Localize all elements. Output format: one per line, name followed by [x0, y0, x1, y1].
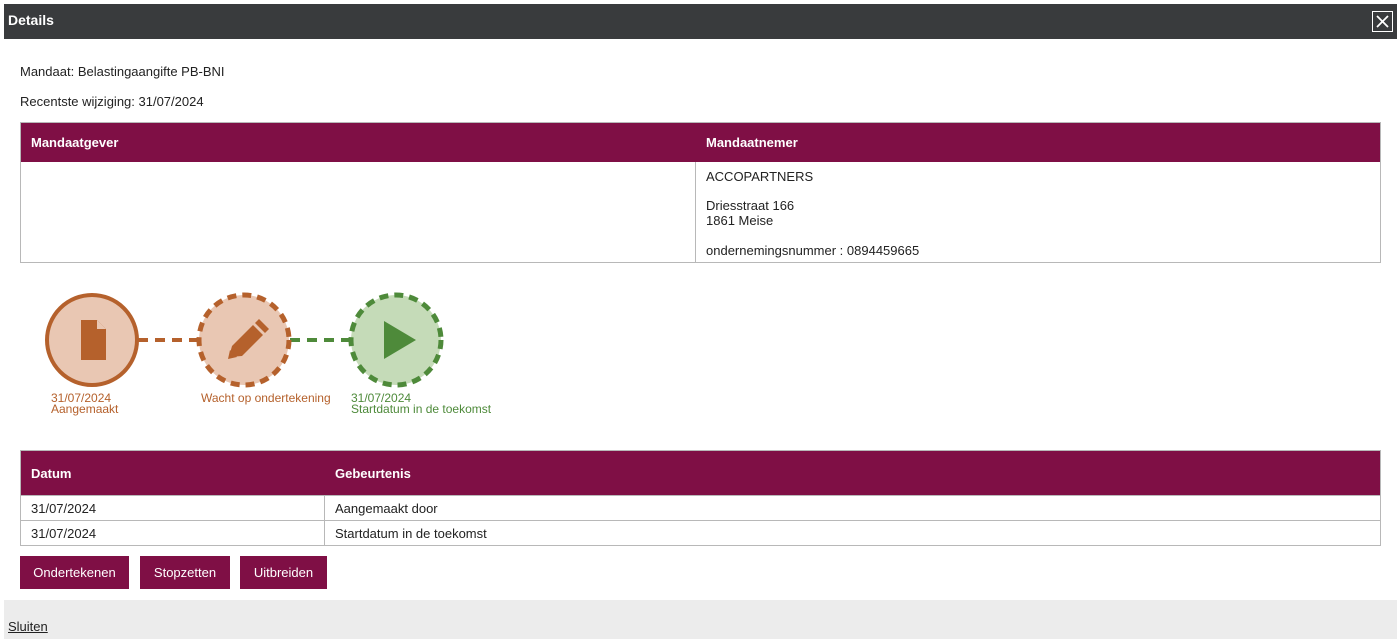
history-table: Datum Gebeurtenis 31/07/2024 Aangemaakt …: [20, 450, 1381, 546]
last-change: Recentste wijziging: 31/07/2024: [20, 94, 204, 109]
timeline-graphic: [45, 292, 444, 388]
mandatee-city: 1861 Meise: [706, 213, 774, 228]
row-event: Startdatum in de toekomst: [335, 526, 487, 541]
document-icon: [81, 320, 106, 360]
step-future-label: Startdatum in de toekomst: [351, 402, 492, 416]
status-timeline: 31/07/2024 Aangemaakt Wacht op onderteke…: [0, 290, 600, 430]
header-datum: Datum: [31, 466, 72, 481]
table-row: 31/07/2024 Aangemaakt door: [21, 495, 1380, 520]
step-created: [45, 293, 139, 387]
dialog-footer: Sluiten: [4, 600, 1397, 639]
stop-button[interactable]: Stopzetten: [140, 556, 230, 589]
mandate-name: Mandaat: Belastingaangifte PB-BNI: [20, 64, 225, 79]
parties-table-body: ACCOPARTNERS Driesstraat 166 1861 Meise …: [21, 162, 1380, 262]
step-awaiting-label: Wacht op ondertekening: [201, 391, 331, 405]
header-mandaatgever: Mandaatgever: [31, 135, 119, 150]
step-created-label: Aangemaakt: [51, 402, 119, 416]
cell-divider: [324, 496, 325, 520]
dialog-titlebar: Details: [4, 4, 1397, 39]
header-gebeurtenis: Gebeurtenis: [335, 466, 411, 481]
dialog-title: Details: [8, 12, 54, 28]
parties-table: Mandaatgever Mandaatnemer ACCOPARTNERS D…: [20, 122, 1381, 263]
table-row: 31/07/2024 Startdatum in de toekomst: [21, 520, 1380, 545]
extend-button[interactable]: Uitbreiden: [240, 556, 327, 589]
mandatee-company-number: ondernemingsnummer : 0894459665: [706, 243, 920, 258]
close-link[interactable]: Sluiten: [8, 619, 48, 634]
row-date: 31/07/2024: [31, 501, 97, 516]
row-event: Aangemaakt door: [335, 501, 438, 516]
step-start-future: [348, 292, 444, 388]
step-awaiting-signature: [196, 292, 292, 388]
close-icon: [1376, 15, 1389, 28]
cell-divider: [324, 521, 325, 545]
mandatee-name: ACCOPARTNERS: [706, 169, 814, 184]
history-table-header: Datum Gebeurtenis: [21, 451, 1380, 495]
parties-table-header: Mandaatgever Mandaatnemer: [21, 123, 1380, 162]
row-date: 31/07/2024: [31, 526, 97, 541]
header-mandaatnemer: Mandaatnemer: [706, 135, 798, 150]
sign-button[interactable]: Ondertekenen: [20, 556, 129, 589]
close-button[interactable]: [1372, 11, 1393, 32]
column-divider: [695, 162, 696, 262]
mandatee-street: Driesstraat 166: [706, 198, 795, 213]
